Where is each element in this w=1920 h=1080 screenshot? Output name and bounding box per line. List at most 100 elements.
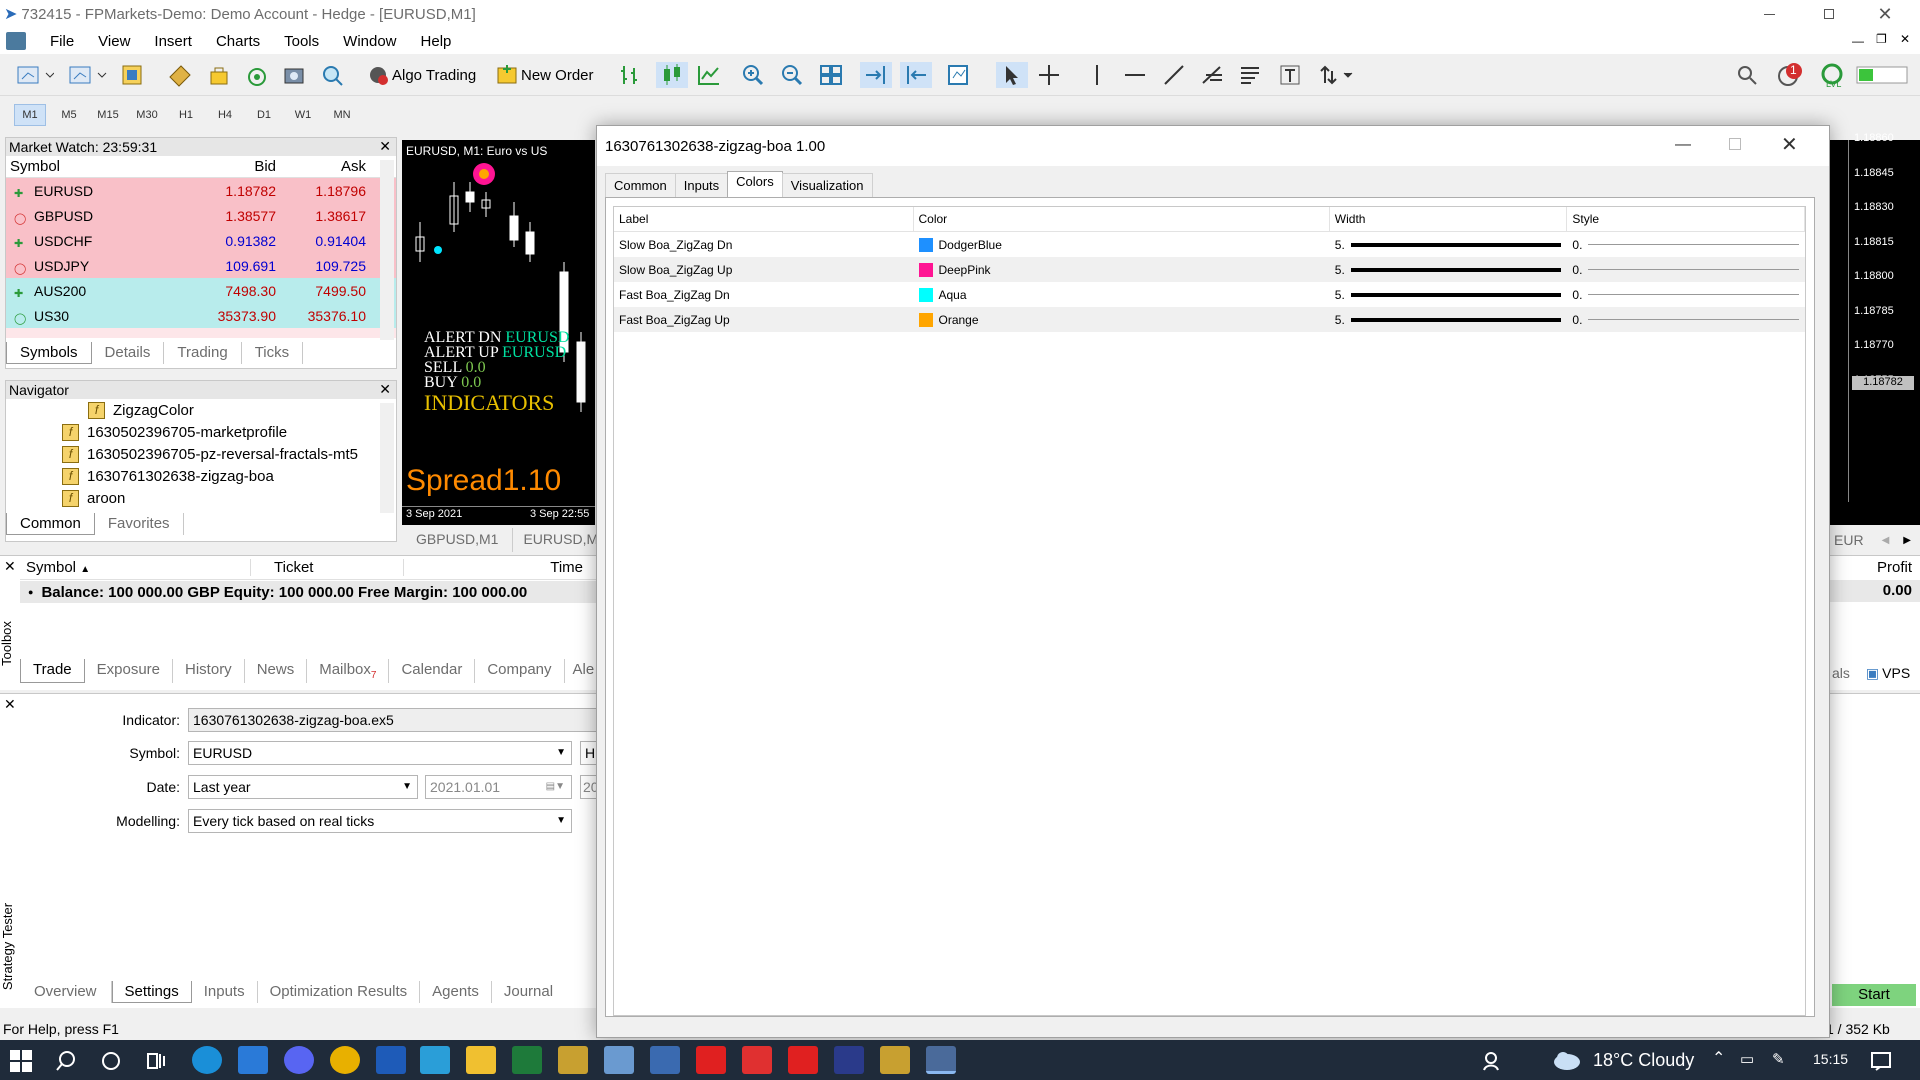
anydesk-icon[interactable] — [742, 1046, 772, 1074]
data-window-icon[interactable] — [167, 62, 193, 88]
equidistant-channel-icon[interactable] — [1238, 62, 1264, 88]
market-watch-row[interactable]: ✚ EURUSD 1.18782 1.18796 — [6, 178, 396, 203]
market-watch-row[interactable]: ✚ AUS200 7498.30 7499.50 — [6, 278, 396, 303]
col-profit[interactable]: Profit — [1830, 556, 1920, 580]
windows-start-icon[interactable] — [10, 1050, 32, 1072]
new-chart-icon[interactable] — [16, 62, 54, 88]
signals-icon[interactable] — [245, 62, 271, 88]
ig-icon[interactable] — [696, 1046, 726, 1074]
col-bid[interactable]: Bid — [186, 158, 276, 175]
tab-calendar[interactable]: Calendar — [389, 659, 476, 683]
line-chart-icon[interactable] — [696, 62, 722, 88]
tf-h1[interactable]: H1 — [170, 104, 202, 126]
weather-text[interactable]: 18°C Cloudy — [1593, 1050, 1694, 1071]
chart-tab[interactable]: EUR — [1834, 532, 1864, 548]
cursor-icon[interactable] — [996, 62, 1028, 88]
tab-overview[interactable]: Overview — [20, 981, 112, 1003]
menu-app-icon[interactable] — [6, 32, 26, 50]
bar-chart-icon[interactable] — [618, 62, 644, 88]
color-row[interactable]: Slow Boa_ZigZag Dn DodgerBlue 5. 0. — [614, 232, 1805, 257]
vertical-line-icon[interactable] — [1085, 62, 1111, 88]
tab-optimization-results[interactable]: Optimization Results — [258, 981, 421, 1003]
close-icon[interactable]: ✕ — [4, 696, 16, 713]
tf-w1[interactable]: W1 — [287, 104, 319, 126]
pen-icon[interactable]: ✎ — [1772, 1050, 1785, 1068]
discord-icon[interactable] — [284, 1046, 314, 1074]
close-icon[interactable]: ✕ — [379, 138, 391, 155]
tab-details[interactable]: Details — [92, 342, 165, 364]
tab-common[interactable]: Common — [6, 513, 95, 535]
notepad-icon[interactable] — [604, 1046, 634, 1074]
modelling-select[interactable]: Every tick based on real ticks ▼ — [188, 809, 572, 833]
connection-status-icon[interactable] — [1855, 62, 1911, 88]
style-select[interactable]: 0. — [1567, 263, 1805, 277]
tab-inputs[interactable]: Inputs — [674, 173, 729, 197]
metatrader5-icon[interactable] — [926, 1046, 956, 1074]
close-icon[interactable]: ✕ — [379, 381, 391, 398]
color-picker[interactable]: Aqua — [914, 287, 1330, 302]
menu-tools[interactable]: Tools — [272, 33, 331, 50]
child-restore-button[interactable]: ❐ — [1876, 32, 1887, 46]
autoscroll-icon[interactable] — [860, 62, 892, 88]
restore-button[interactable] — [1806, 0, 1852, 28]
trendline-icon[interactable] — [1162, 62, 1188, 88]
action-center-icon[interactable] — [1870, 1050, 1892, 1072]
col-color[interactable]: Color — [914, 206, 1330, 232]
word-icon[interactable] — [376, 1046, 406, 1074]
tab-company[interactable]: Company — [475, 659, 565, 683]
style-select[interactable]: 0. — [1567, 238, 1805, 252]
col-style[interactable]: Style — [1567, 206, 1806, 232]
nav-item[interactable]: f 1630502396705-marketprofile — [6, 421, 396, 443]
tf-m1[interactable]: M1 — [14, 104, 46, 126]
date-from-field[interactable]: 2021.01.01 ▤▼ — [425, 775, 572, 799]
ig-icon[interactable] — [788, 1046, 818, 1074]
market-watch-scrollbar[interactable] — [380, 160, 394, 340]
market-icon[interactable] — [282, 62, 308, 88]
width-select[interactable]: 5. — [1330, 313, 1568, 327]
tab-common[interactable]: Common — [605, 173, 676, 197]
clock-text[interactable]: 15:15 — [1813, 1051, 1848, 1067]
col-ask[interactable]: Ask — [276, 158, 366, 175]
tile-windows-icon[interactable] — [818, 62, 844, 88]
tf-h4[interactable]: H4 — [209, 104, 241, 126]
tab-journal[interactable]: Journal — [492, 981, 565, 1003]
device-icon[interactable]: ▭ — [1740, 1050, 1754, 1068]
start-button[interactable]: Start — [1832, 984, 1916, 1006]
tf-m15[interactable]: M15 — [92, 104, 124, 126]
tab-history[interactable]: History — [173, 659, 245, 683]
market-watch-row[interactable]: ◯ US30 35373.90 35376.10 — [6, 303, 396, 328]
tab-colors[interactable]: Colors — [727, 171, 783, 197]
tab-favorites[interactable]: Favorites — [95, 513, 184, 535]
task-view-icon[interactable] — [145, 1050, 167, 1072]
col-width[interactable]: Width — [1330, 206, 1568, 232]
date-select[interactable]: Last year ▼ — [188, 775, 418, 799]
metatrader-icon[interactable] — [558, 1046, 588, 1074]
zoom-in-icon[interactable] — [740, 62, 766, 88]
color-picker[interactable]: DodgerBlue — [914, 237, 1330, 252]
telegram-icon[interactable] — [420, 1046, 450, 1074]
search-icon[interactable] — [1735, 62, 1759, 88]
file-explorer-icon[interactable] — [466, 1046, 496, 1074]
tab-trading[interactable]: Trading — [164, 342, 242, 364]
candlestick-icon[interactable] — [656, 62, 688, 88]
market-watch-icon[interactable] — [120, 62, 146, 88]
horizontal-line-icon[interactable] — [1123, 62, 1149, 88]
tf-mn[interactable]: MN — [326, 104, 358, 126]
excel-icon[interactable] — [512, 1046, 542, 1074]
crosshair-icon[interactable] — [1037, 62, 1063, 88]
tf-m30[interactable]: M30 — [131, 104, 163, 126]
tf-d1[interactable]: D1 — [248, 104, 280, 126]
app-icon[interactable] — [650, 1046, 680, 1074]
tab-exposure[interactable]: Exposure — [85, 659, 174, 683]
vps-tab[interactable]: ▣ VPS — [1866, 665, 1910, 682]
scroll-left-icon[interactable]: ◀ — [1882, 535, 1890, 546]
col-ticket[interactable]: Ticket — [250, 559, 403, 576]
child-minimize-button[interactable]: — — [1852, 34, 1864, 48]
scroll-right-icon[interactable]: ▶ — [1903, 535, 1911, 546]
tab-trade[interactable]: Trade — [20, 659, 85, 683]
color-row[interactable]: Slow Boa_ZigZag Up DeepPink 5. 0. — [614, 257, 1805, 282]
tab-settings[interactable]: Settings — [111, 981, 192, 1003]
col-symbol[interactable]: Symbol — [6, 158, 186, 175]
tf-m5[interactable]: M5 — [53, 104, 85, 126]
tab-symbols[interactable]: Symbols — [6, 342, 92, 364]
